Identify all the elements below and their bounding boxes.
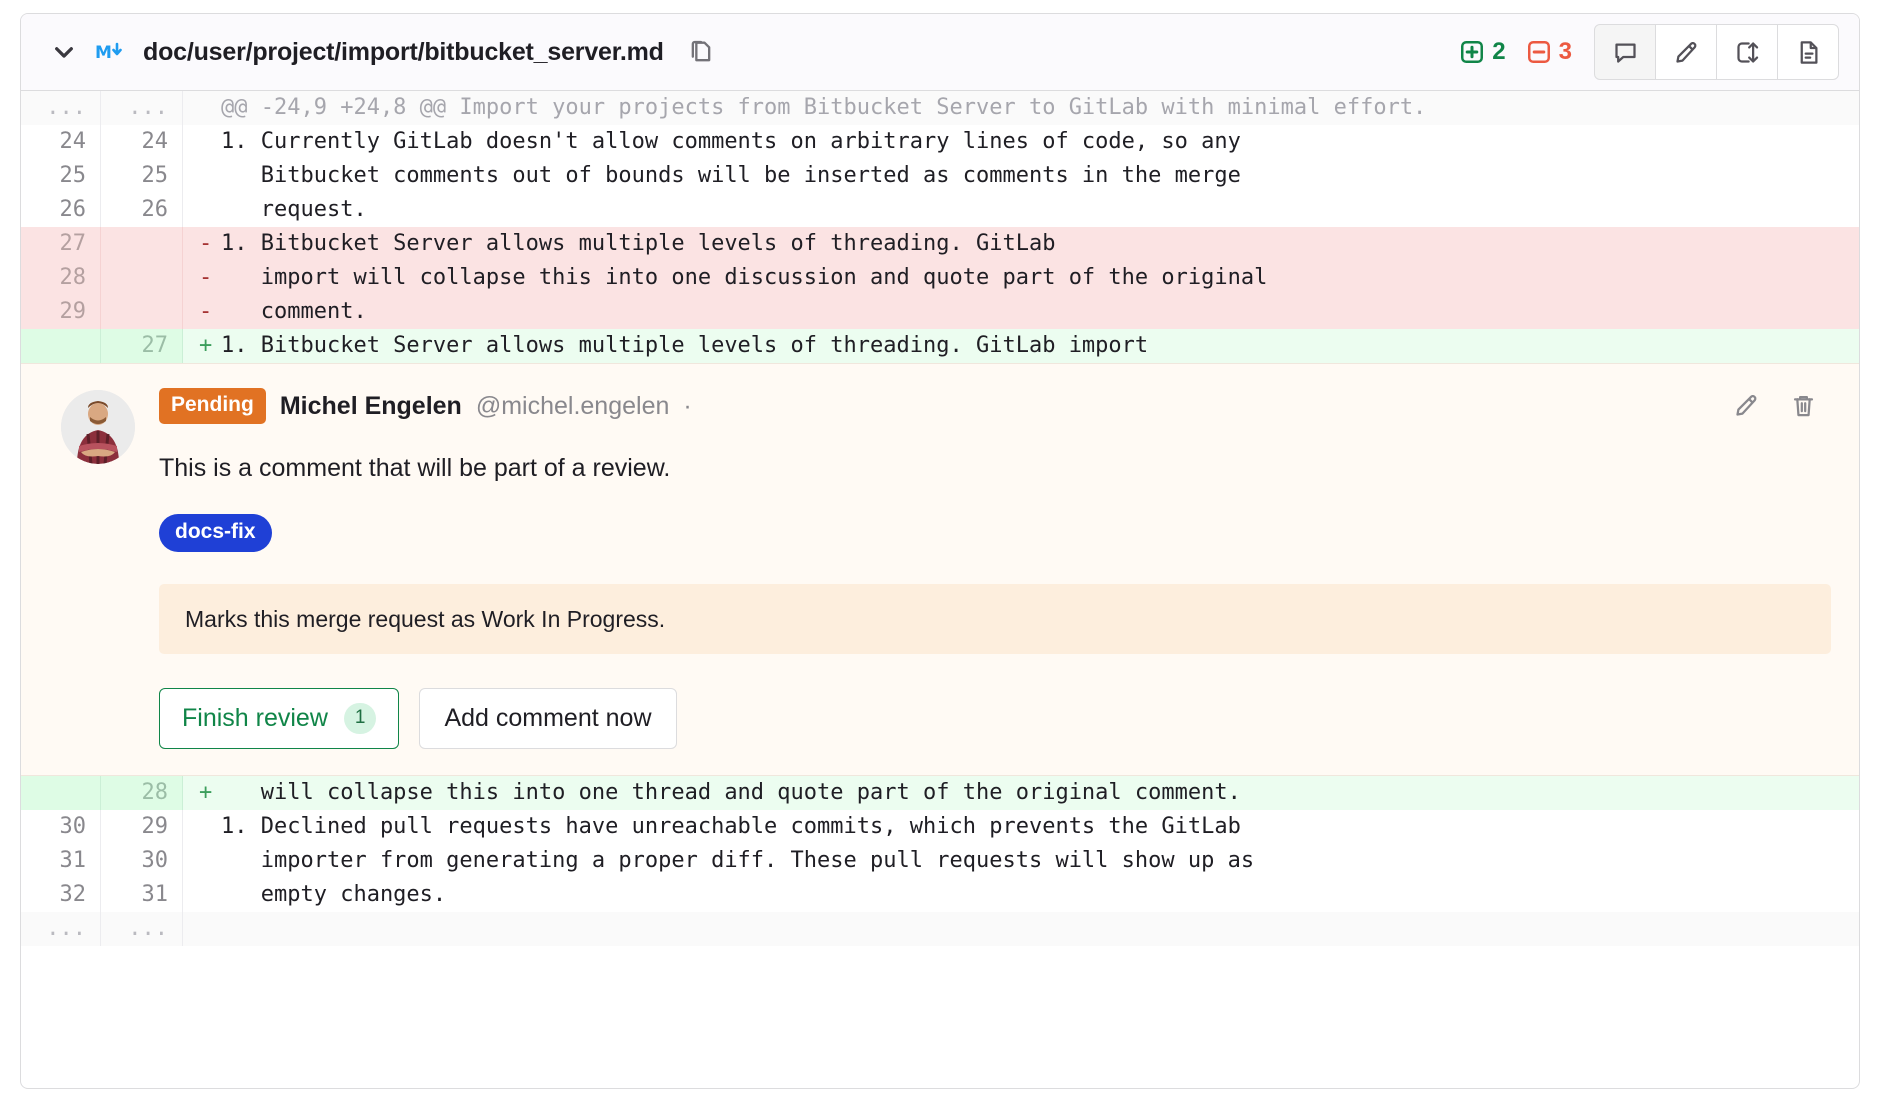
new-line-number: 29	[101, 810, 183, 844]
note-body: This is a comment that will be part of a…	[159, 454, 671, 482]
note-author-handle[interactable]: @michel.engelen	[476, 392, 670, 421]
note-label-chip[interactable]: docs-fix	[159, 514, 272, 552]
finish-review-count: 1	[343, 703, 377, 734]
diff-line-content: - comment.	[183, 295, 1859, 329]
old-line-number: 29	[21, 295, 101, 329]
diff-line-sign: +	[199, 333, 213, 358]
chevron-down-icon[interactable]	[49, 37, 79, 67]
diff-line-ctx[interactable]: 31 30 importer from generating a proper d…	[21, 844, 1859, 878]
diff-line-content: + will collapse this into one thread and…	[183, 776, 1859, 810]
diff-line-content: 1. Currently GitLab doesn't allow commen…	[183, 125, 1859, 159]
system-note: Marks this merge request as Work In Prog…	[159, 584, 1831, 654]
trash-icon[interactable]	[1790, 392, 1817, 419]
finish-review-button[interactable]: Finish review 1	[159, 688, 400, 749]
compare-arrows-icon[interactable]	[1716, 24, 1778, 80]
old-line-number: ...	[21, 912, 101, 946]
avatar[interactable]	[61, 390, 135, 464]
note-separator: ·	[683, 391, 692, 420]
diff-line-content: - import will collapse this into one dis…	[183, 261, 1859, 295]
pending-review-note: Pending Michel Engelen @michel.engelen ·	[21, 363, 1859, 776]
diff-stats: 2 3	[1459, 38, 1572, 66]
diff-line-content: empty changes.	[183, 878, 1859, 912]
deletions-count: 3	[1558, 38, 1572, 65]
diff-line-del[interactable]: 27 -1. Bitbucket Server allows multiple l…	[21, 227, 1859, 261]
new-line-number	[101, 261, 183, 295]
diff-line-sign: -	[199, 231, 213, 256]
add-comment-now-button[interactable]: Add comment now	[419, 688, 677, 749]
diff-line-content	[183, 912, 1859, 946]
diff-line-ctx[interactable]: 26 26 request.	[21, 193, 1859, 227]
diff-line-content: request.	[183, 193, 1859, 227]
status-badge: Pending	[159, 388, 266, 424]
new-line-number: ...	[101, 912, 183, 946]
old-line-number: 28	[21, 261, 101, 295]
diff-line-content: 1. Declined pull requests have unreachab…	[183, 810, 1859, 844]
diff-line-end[interactable]: ......	[21, 912, 1859, 946]
file-path-label: doc/user/project/import/bitbucket_server…	[143, 37, 664, 66]
old-line-number: 31	[21, 844, 101, 878]
document-icon[interactable]	[1777, 24, 1839, 80]
note-author-name[interactable]: Michel Engelen	[280, 392, 462, 421]
additions-count: 2	[1492, 38, 1506, 65]
copy-path-icon[interactable]	[684, 35, 718, 69]
diff-line-sign: -	[199, 299, 213, 324]
deletions-stat: 3	[1526, 38, 1572, 66]
markdown-icon: M	[95, 40, 125, 64]
diff-line-content: @@ -24,9 +24,8 @@ Import your projects f…	[183, 91, 1859, 125]
additions-stat: 2	[1459, 38, 1506, 66]
pencil-icon[interactable]	[1733, 392, 1760, 419]
diff-line-ctx[interactable]: 24 24 1. Currently GitLab doesn't allow co…	[21, 125, 1859, 159]
diff-line-content: -1. Bitbucket Server allows multiple lev…	[183, 227, 1859, 261]
new-line-number: ...	[101, 91, 183, 125]
new-line-number: 28	[101, 776, 183, 810]
new-line-number: 30	[101, 844, 183, 878]
new-line-number: 26	[101, 193, 183, 227]
old-line-number: ...	[21, 91, 101, 125]
svg-text:M: M	[95, 43, 112, 63]
old-line-number: 26	[21, 193, 101, 227]
new-line-number: 31	[101, 878, 183, 912]
diff-rows-after: 28 + will collapse this into one thread a…	[21, 776, 1859, 946]
old-line-number: 32	[21, 878, 101, 912]
diff-line-ctx[interactable]: 32 31 empty changes.	[21, 878, 1859, 912]
old-line-number: 25	[21, 159, 101, 193]
diff-line-del[interactable]: 28 - import will collapse this into one d…	[21, 261, 1859, 295]
diff-line-add[interactable]: 27 +1. Bitbucket Server allows multiple l…	[21, 329, 1859, 363]
diff-line-sign: -	[199, 265, 213, 290]
diff-line-add[interactable]: 28 + will collapse this into one thread a…	[21, 776, 1859, 810]
diff-line-ctx[interactable]: 25 25 Bitbucket comments out of bounds wi…	[21, 159, 1859, 193]
diff-line-ctx[interactable]: 30 29 1. Declined pull requests have unrea…	[21, 810, 1859, 844]
pencil-icon[interactable]	[1655, 24, 1717, 80]
diff-line-sign: +	[199, 780, 213, 805]
new-line-number	[101, 227, 183, 261]
note-header: Pending Michel Engelen @michel.engelen ·	[159, 386, 1733, 426]
note-button-row: Finish review 1 Add comment now	[159, 688, 1831, 749]
new-line-number	[101, 295, 183, 329]
old-line-number: 27	[21, 227, 101, 261]
note-actions	[1733, 392, 1831, 419]
new-line-number: 24	[101, 125, 183, 159]
comment-icon[interactable]	[1594, 24, 1656, 80]
note-main: Pending Michel Engelen @michel.engelen ·	[135, 386, 1831, 749]
diff-rows-before: ...... @@ -24,9 +24,8 @@ Import your proj…	[21, 91, 1859, 363]
old-line-number	[21, 776, 101, 810]
finish-review-label: Finish review	[182, 704, 328, 732]
diff-line-content: importer from generating a proper diff. …	[183, 844, 1859, 878]
old-line-number: 24	[21, 125, 101, 159]
diff-line-del[interactable]: 29 - comment.	[21, 295, 1859, 329]
new-line-number: 25	[101, 159, 183, 193]
diff-content: ...... @@ -24,9 +24,8 @@ Import your proj…	[21, 91, 1859, 1088]
old-line-number: 30	[21, 810, 101, 844]
file-actions-group	[1594, 24, 1839, 80]
diff-file-panel: M doc/user/project/import/bitbucket_serv…	[20, 13, 1860, 1089]
new-line-number: 27	[101, 329, 183, 363]
old-line-number	[21, 329, 101, 363]
diff-file-header: M doc/user/project/import/bitbucket_serv…	[21, 14, 1859, 91]
diff-line-content: +1. Bitbucket Server allows multiple lev…	[183, 329, 1859, 363]
diff-line-meta[interactable]: ...... @@ -24,9 +24,8 @@ Import your proj…	[21, 91, 1859, 125]
diff-line-content: Bitbucket comments out of bounds will be…	[183, 159, 1859, 193]
